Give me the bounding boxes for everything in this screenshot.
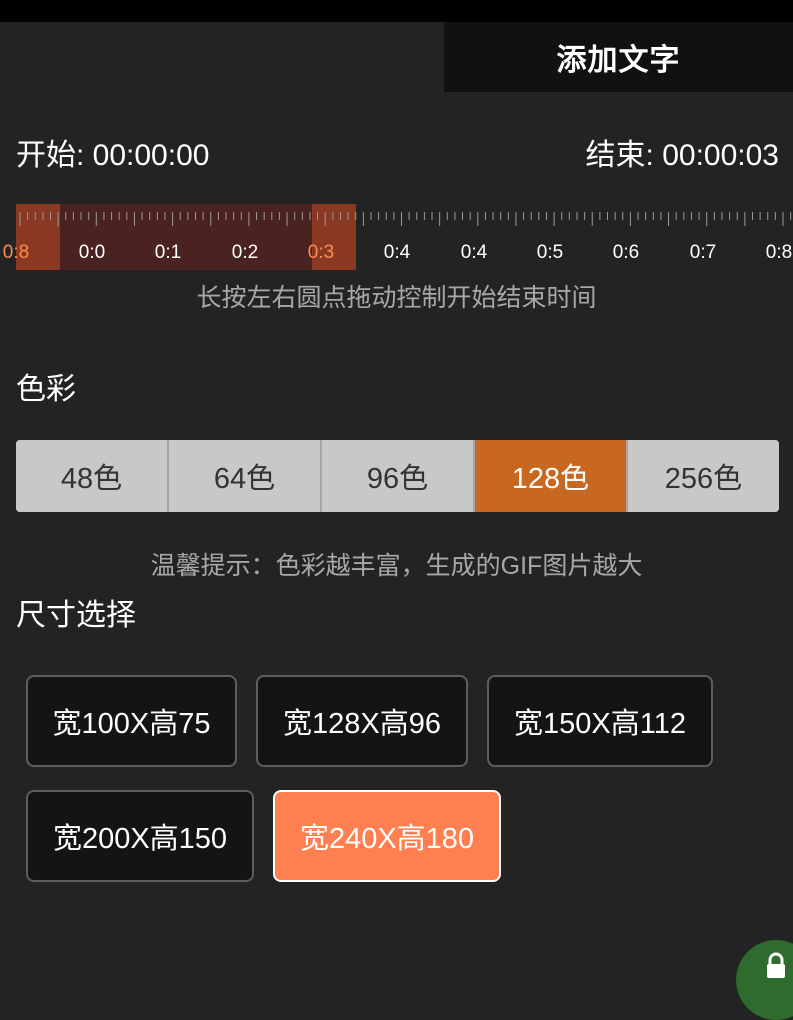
color-option-256[interactable]: 256色 (626, 440, 779, 512)
tick-label: 0:1 (154, 242, 182, 263)
tick-label: 0:7 (689, 242, 717, 263)
tick-label: 0:4 (460, 242, 488, 263)
tick-label: 0:5 (536, 242, 564, 263)
color-option-96[interactable]: 96色 (320, 440, 473, 512)
color-option-128[interactable]: 128色 (473, 440, 626, 512)
end-time-label: 结束: 00:00:03 (585, 139, 779, 172)
timeline-hint: 长按左右圆点拖动控制开始结束时间 (196, 284, 597, 312)
tick-label: 0:6 (612, 242, 640, 263)
add-text-button[interactable]: 添加文字 (444, 22, 793, 92)
size-option-200x150[interactable]: 宽200X高150 (26, 790, 254, 882)
size-option-100x75[interactable]: 宽100X高75 (26, 675, 237, 767)
color-option-48[interactable]: 48色 (16, 440, 167, 512)
tick-label: 0:3 (307, 242, 335, 263)
color-hint: 温馨提示：色彩越丰富，生成的GIF图片越大 (150, 552, 643, 580)
floating-action-button[interactable] (736, 940, 793, 1020)
size-section-title: 尺寸选择 (16, 599, 136, 632)
size-option-240x180[interactable]: 宽240X高180 (273, 790, 501, 882)
lock-icon (767, 952, 785, 978)
tick-label: 0:0 (78, 242, 106, 263)
tick-label: 0:8 (765, 242, 793, 263)
color-section-title: 色彩 (16, 373, 76, 406)
tick-label: 0:8 (2, 242, 30, 263)
tick-label: 0:2 (231, 242, 259, 263)
timeline-ruler[interactable]: 0:8 0:0 0:1 0:2 0:3 0:4 0:4 0:5 0:6 0:7 … (3, 204, 793, 270)
start-time-label: 开始: 00:00:00 (16, 139, 210, 172)
color-option-64[interactable]: 64色 (167, 440, 320, 512)
status-bar (0, 0, 793, 22)
size-option-150x112[interactable]: 宽150X高112 (487, 675, 713, 767)
size-option-128x96[interactable]: 宽128X高96 (256, 675, 468, 767)
color-depth-selector: 48色 64色 96色 128色 256色 (16, 440, 779, 512)
tick-label: 0:4 (383, 242, 411, 263)
